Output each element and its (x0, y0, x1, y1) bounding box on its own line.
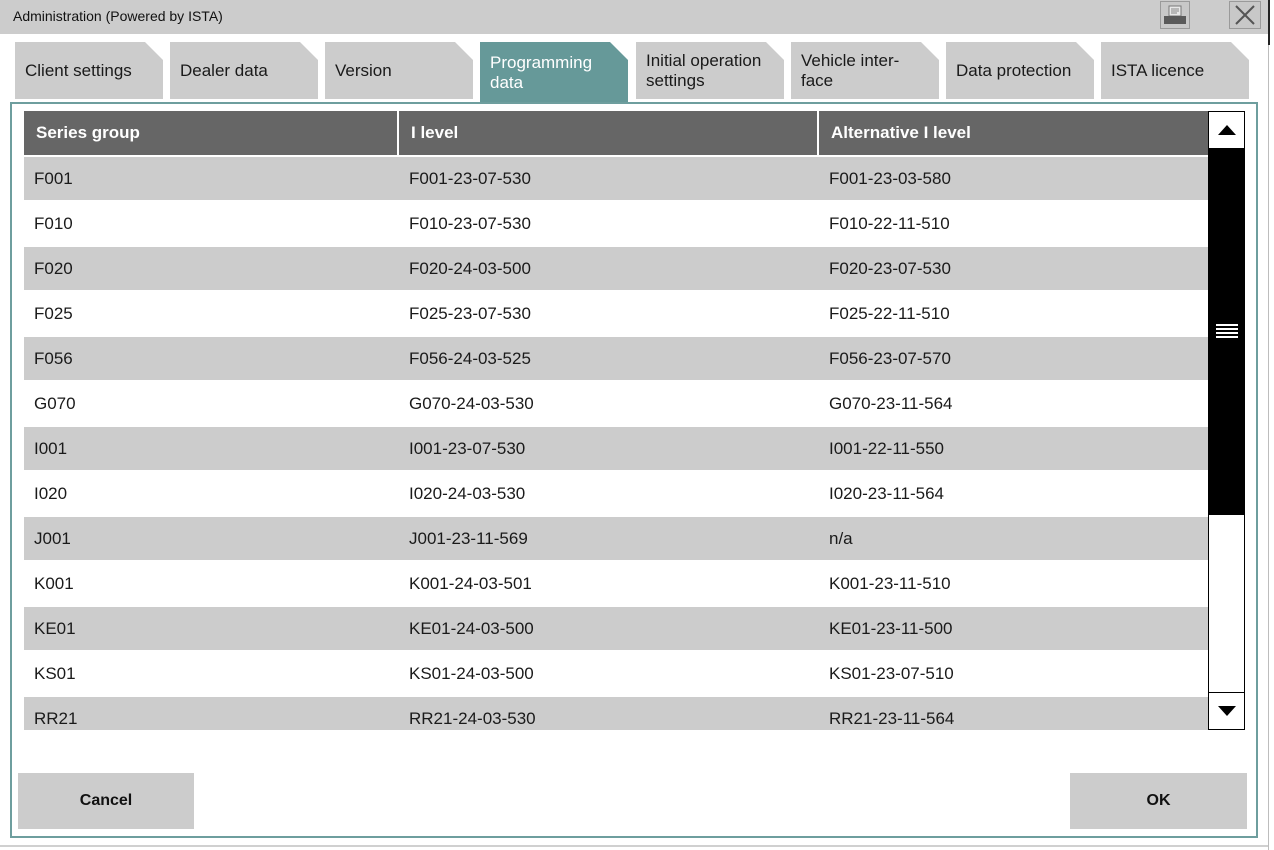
cell-series-group: RR21 (34, 708, 78, 728)
cell-series-group: K001 (34, 573, 74, 593)
cell-i-level: RR21-24-03-530 (409, 708, 536, 728)
cell-series-group: F020 (34, 258, 73, 278)
cancel-button[interactable]: Cancel (18, 773, 194, 829)
tab-label: ISTA licence (1111, 60, 1205, 80)
column-header-alternative-i-level[interactable]: Alternative I level (819, 111, 1208, 155)
cell-i-level: J001-23-11-569 (409, 528, 528, 548)
cell-alternative-i-level: KS01-23-07-510 (829, 663, 954, 683)
cell-alternative-i-level: G070-23-11-564 (829, 393, 953, 413)
cell-series-group: F010 (34, 213, 73, 233)
tab-label: Vehicle inter-face (801, 50, 900, 90)
table-body: F001 F001-23-07-530 F001-23-03-580 F010 F010… (24, 155, 1208, 730)
table-row[interactable]: F010 F010-23-07-530 F010-22-11-510 (24, 200, 1208, 245)
tab-label: Initial operation settings (646, 50, 762, 90)
cell-i-level: F010-23-07-530 (409, 213, 531, 233)
table-row[interactable]: RR21 RR21-24-03-530 RR21-23-11-564 (24, 695, 1208, 730)
close-button[interactable] (1229, 1, 1261, 29)
triangle-down-icon (1217, 706, 1236, 716)
ok-button[interactable]: OK (1070, 773, 1247, 829)
tab-version[interactable]: Version (325, 42, 473, 99)
cell-series-group: KS01 (34, 663, 76, 683)
table-row[interactable]: J001 J001-23-11-569 n/a (24, 515, 1208, 560)
print-button[interactable] (1160, 1, 1190, 29)
cell-alternative-i-level: F001-23-03-580 (829, 168, 951, 188)
tab-label: Dealer data (180, 60, 268, 80)
tab-ista-licence[interactable]: ISTA licence (1101, 42, 1249, 99)
cell-series-group: F001 (34, 168, 73, 188)
scroll-down-button[interactable] (1209, 692, 1244, 729)
tab-client-settings[interactable]: Client settings (15, 42, 163, 99)
table-row[interactable]: F025 F025-23-07-530 F025-22-11-510 (24, 290, 1208, 335)
table-row[interactable]: F020 F020-24-03-500 F020-23-07-530 (24, 245, 1208, 290)
title-bar: Administration (Powered by ISTA) (0, 0, 1268, 34)
tab-label: Version (335, 60, 392, 80)
window-edge (1268, 0, 1274, 850)
cell-i-level: F020-24-03-500 (409, 258, 531, 278)
cell-i-level: F056-24-03-525 (409, 348, 531, 368)
table-row[interactable]: I020 I020-24-03-530 I020-23-11-564 (24, 470, 1208, 515)
column-header-i-level[interactable]: I level (399, 111, 819, 155)
cell-i-level: F001-23-07-530 (409, 168, 531, 188)
cell-alternative-i-level: K001-23-11-510 (829, 573, 951, 593)
cell-series-group: I001 (34, 438, 68, 458)
tab-vehicle-interface[interactable]: Vehicle inter-face (791, 42, 939, 99)
table-row[interactable]: F001 F001-23-07-530 F001-23-03-580 (24, 155, 1208, 200)
table-row[interactable]: K001 K001-24-03-501 K001-23-11-510 (24, 560, 1208, 605)
tab-label: Data protection (956, 60, 1072, 80)
cell-alternative-i-level: I020-23-11-564 (829, 483, 944, 503)
tab-label: Programming data (490, 52, 593, 92)
vertical-scrollbar[interactable] (1208, 111, 1245, 730)
cell-alternative-i-level: F025-22-11-510 (829, 303, 950, 323)
printer-icon (1164, 5, 1186, 24)
programming-data-table: Series group I level Alternative I level… (24, 111, 1208, 730)
cell-alternative-i-level: F010-22-11-510 (829, 213, 950, 233)
tab-initial-operation-settings[interactable]: Initial operation settings (636, 42, 784, 99)
table-row[interactable]: F056 F056-24-03-525 F056-23-07-570 (24, 335, 1208, 380)
triangle-up-icon (1217, 125, 1236, 135)
cell-i-level: I001-23-07-530 (409, 438, 526, 458)
cell-series-group: J001 (34, 528, 71, 548)
cell-alternative-i-level: KE01-23-11-500 (829, 618, 953, 638)
scroll-thumb[interactable] (1209, 149, 1244, 515)
grip-lines-icon (1215, 324, 1238, 338)
tab-dealer-data[interactable]: Dealer data (170, 42, 318, 99)
cell-series-group: I020 (34, 483, 68, 503)
window-bottom-border (0, 845, 1268, 847)
close-icon (1235, 5, 1255, 25)
table-row[interactable]: I001 I001-23-07-530 I001-22-11-550 (24, 425, 1208, 470)
window-title: Administration (Powered by ISTA) (13, 8, 223, 24)
scroll-up-button[interactable] (1209, 112, 1244, 149)
cell-alternative-i-level: F056-23-07-570 (829, 348, 951, 368)
table-header: Series group I level Alternative I level (24, 111, 1208, 155)
cell-i-level: KE01-24-03-500 (409, 618, 534, 638)
cell-series-group: G070 (34, 393, 76, 413)
tab-programming-data[interactable]: Programming data (480, 42, 628, 103)
table-row[interactable]: KE01 KE01-24-03-500 KE01-23-11-500 (24, 605, 1208, 650)
cell-alternative-i-level: I001-22-11-550 (829, 438, 944, 458)
cell-series-group: KE01 (34, 618, 76, 638)
tab-label: Client settings (25, 60, 132, 80)
cell-i-level: K001-24-03-501 (409, 573, 532, 593)
tab-bar: Client settings Dealer data Version Prog… (0, 42, 1268, 103)
cell-series-group: F025 (34, 303, 73, 323)
table-row[interactable]: G070 G070-24-03-530 G070-23-11-564 (24, 380, 1208, 425)
cell-series-group: F056 (34, 348, 73, 368)
table-row[interactable]: KS01 KS01-24-03-500 KS01-23-07-510 (24, 650, 1208, 695)
cell-i-level: I020-24-03-530 (409, 483, 526, 503)
cell-i-level: F025-23-07-530 (409, 303, 531, 323)
column-header-series-group[interactable]: Series group (24, 111, 399, 155)
cell-i-level: KS01-24-03-500 (409, 663, 534, 683)
cell-alternative-i-level: F020-23-07-530 (829, 258, 951, 278)
cell-alternative-i-level: n/a (829, 528, 853, 548)
cell-i-level: G070-24-03-530 (409, 393, 534, 413)
tab-data-protection[interactable]: Data protection (946, 42, 1094, 99)
cell-alternative-i-level: RR21-23-11-564 (829, 708, 955, 728)
